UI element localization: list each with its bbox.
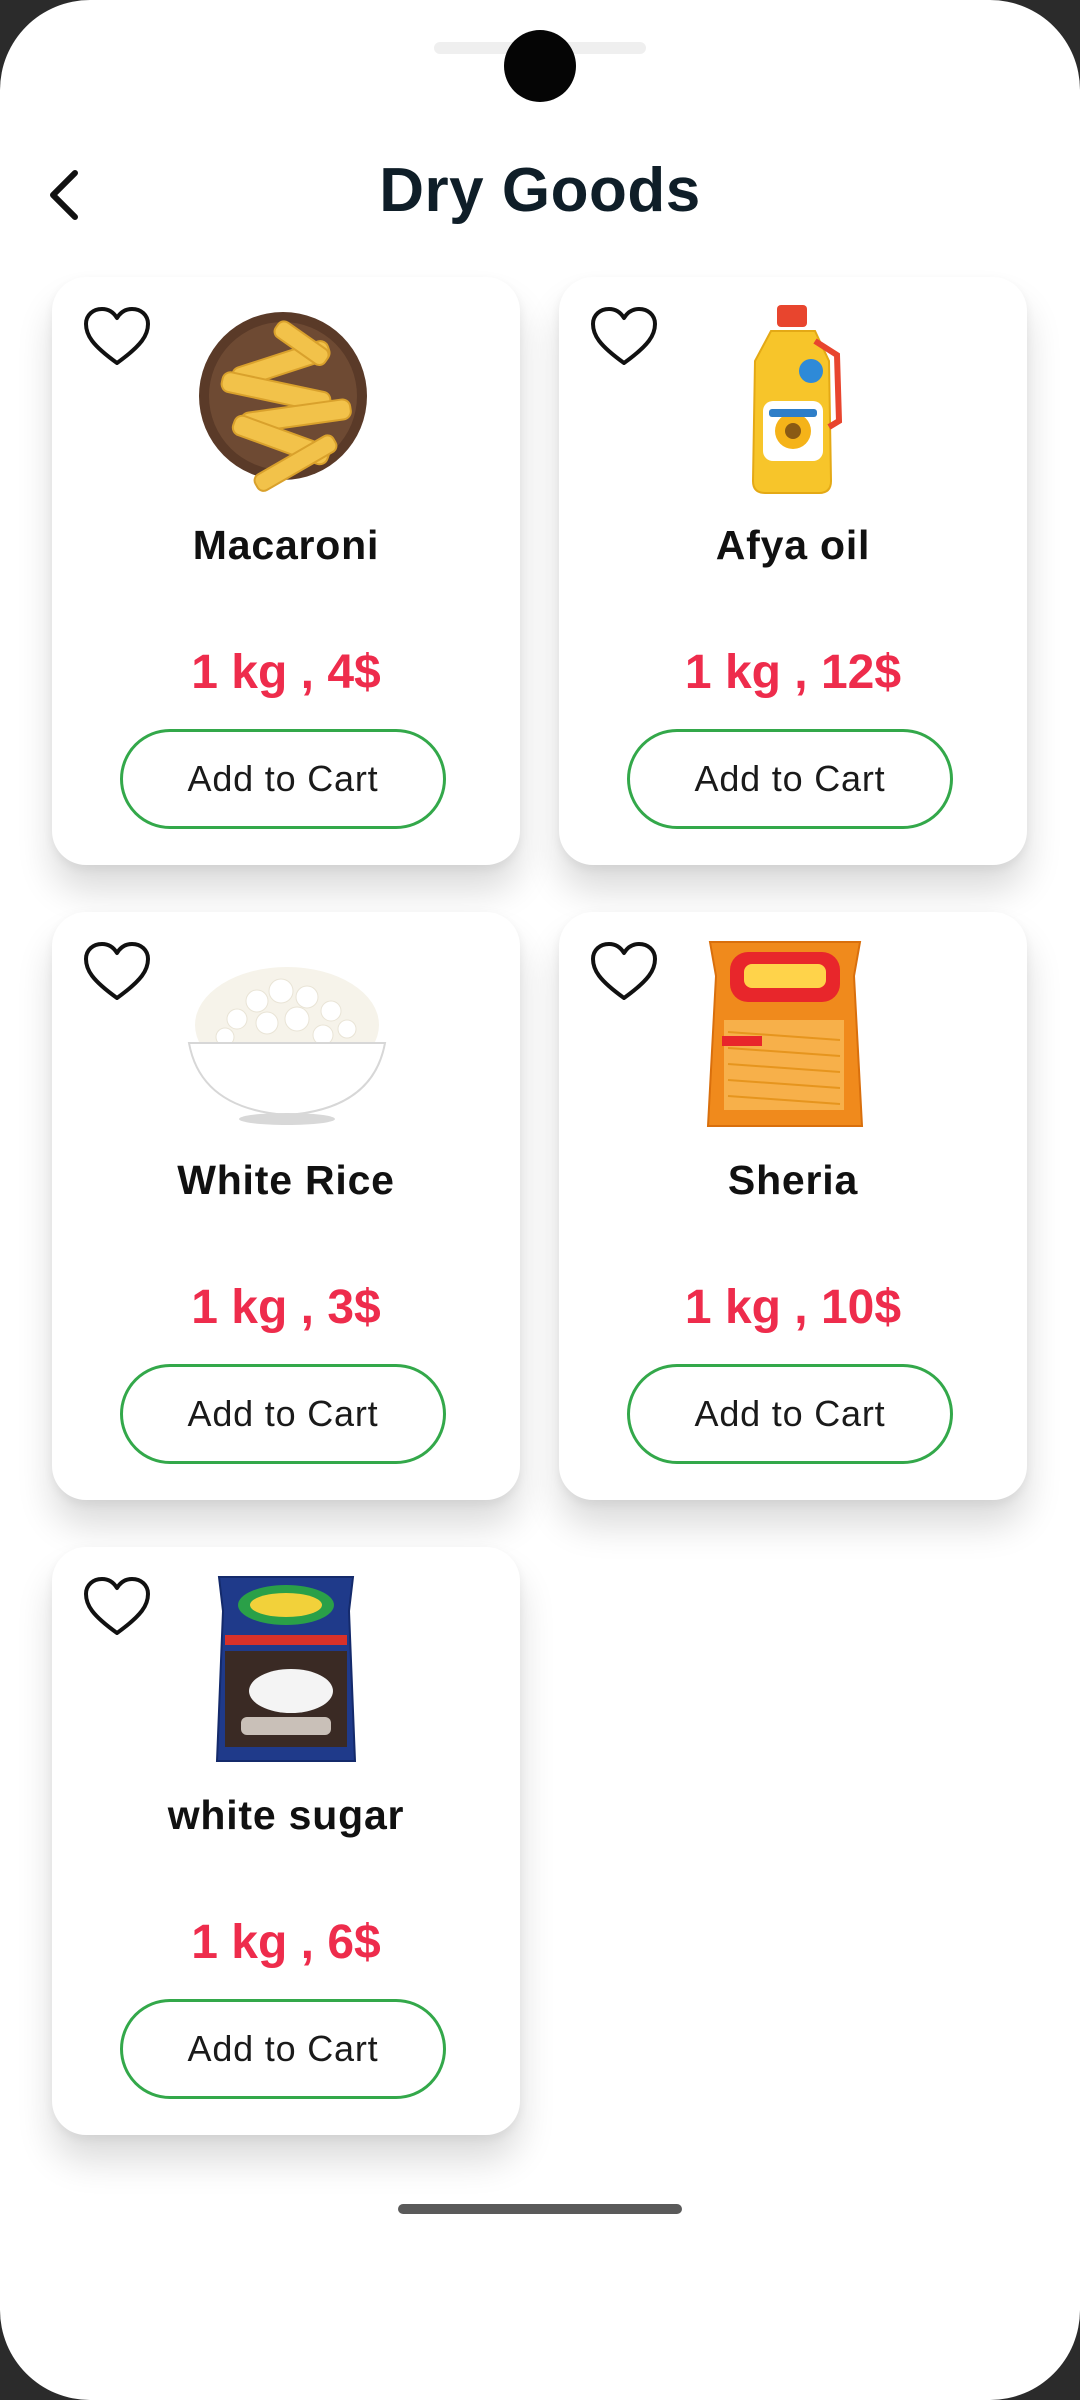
front-camera bbox=[504, 30, 576, 102]
product-price: 1 kg , 6$ bbox=[191, 1916, 381, 1969]
heart-icon[interactable] bbox=[82, 305, 152, 369]
oil-bottle-image bbox=[693, 299, 893, 499]
home-indicator[interactable] bbox=[398, 2204, 682, 2214]
add-to-cart-button[interactable]: Add to Cart bbox=[120, 1364, 446, 1464]
sugar-bag-image bbox=[186, 1569, 386, 1769]
add-to-cart-button[interactable]: Add to Cart bbox=[627, 729, 953, 829]
product-card-white-rice[interactable]: White Rice 1 kg , 3$ Add to Cart bbox=[52, 912, 520, 1500]
product-card-sheria[interactable]: Sheria 1 kg , 10$ Add to Cart bbox=[559, 912, 1027, 1500]
heart-icon[interactable] bbox=[82, 1575, 152, 1639]
screen: Dry Goods Macaroni 1 kg , 4$ Add to Cart… bbox=[0, 0, 1080, 2400]
product-price: 1 kg , 12$ bbox=[684, 646, 902, 699]
heart-icon[interactable] bbox=[589, 305, 659, 369]
product-name: Afya oil bbox=[715, 522, 871, 568]
product-price: 1 kg , 3$ bbox=[191, 1281, 381, 1334]
product-price: 1 kg , 4$ bbox=[191, 646, 381, 699]
add-to-cart-button[interactable]: Add to Cart bbox=[120, 1999, 446, 2099]
vermicelli-bag-image bbox=[685, 934, 885, 1134]
page-title: Dry Goods bbox=[379, 156, 701, 225]
product-card-white-sugar[interactable]: white sugar 1 kg , 6$ Add to Cart bbox=[52, 1547, 520, 2135]
add-to-cart-button[interactable]: Add to Cart bbox=[120, 729, 446, 829]
product-name: Sheria bbox=[727, 1157, 859, 1203]
product-name: Macaroni bbox=[192, 522, 380, 568]
add-to-cart-button[interactable]: Add to Cart bbox=[627, 1364, 953, 1464]
product-name: White Rice bbox=[177, 1157, 395, 1203]
heart-icon[interactable] bbox=[82, 940, 152, 1004]
heart-icon[interactable] bbox=[589, 940, 659, 1004]
product-name: white sugar bbox=[167, 1792, 405, 1838]
product-card-afya-oil[interactable]: Afya oil 1 kg , 12$ Add to Cart bbox=[559, 277, 1027, 865]
product-price: 1 kg , 10$ bbox=[684, 1281, 902, 1334]
product-card-macaroni[interactable]: Macaroni 1 kg , 4$ Add to Cart bbox=[52, 277, 520, 865]
rice-bowl-image bbox=[172, 934, 402, 1134]
pasta-bowl-image bbox=[186, 299, 386, 499]
